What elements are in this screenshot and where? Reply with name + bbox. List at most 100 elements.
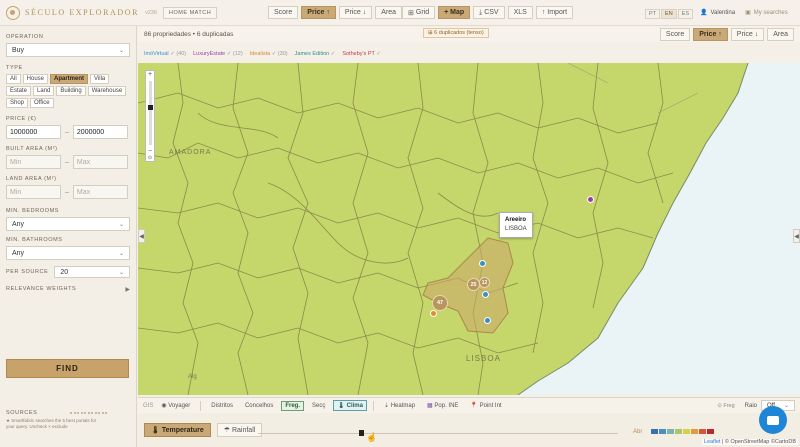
type-chip-building[interactable]: Building: [56, 86, 86, 96]
bedrooms-select[interactable]: Any ⌄: [6, 217, 130, 231]
map-marker[interactable]: [484, 317, 491, 324]
layer-population[interactable]: ▦ Pop. INE: [423, 400, 462, 411]
layer-voyager[interactable]: ◉ Voyager: [157, 400, 194, 411]
type-label: TYPE: [6, 65, 23, 71]
thermometer-icon: 🌡: [337, 403, 345, 409]
xls-export-button[interactable]: XLS: [507, 6, 533, 19]
layer-heatmap[interactable]: ⇣ Heatmap: [380, 400, 419, 411]
map-marker[interactable]: [430, 310, 437, 317]
zoom-in-button[interactable]: +: [148, 71, 152, 78]
source-imovirtual[interactable]: ImóVirtual ✓ (40): [144, 51, 186, 57]
map-marker[interactable]: [587, 196, 594, 203]
layer-distritos[interactable]: Distritos: [207, 401, 237, 411]
built-area-range: Min – Max: [6, 155, 130, 169]
lang-pt[interactable]: PT: [645, 9, 661, 19]
layer-concelhos[interactable]: Concelhos: [241, 401, 277, 411]
type-chip-all[interactable]: All: [6, 74, 21, 84]
per-source-select[interactable]: 20 ⌄: [54, 266, 130, 278]
type-chip-house[interactable]: House: [22, 74, 49, 84]
sources-section: SOURCES ★ Smartfabric searches the 5 bes…: [6, 410, 131, 430]
layer-freguesias[interactable]: Freg.: [281, 400, 304, 411]
map-canvas[interactable]: AMADORA LISBOA Alg 47 25 12 Areeiro LISB…: [138, 63, 800, 395]
type-chip-warehouse[interactable]: Warehouse: [87, 86, 127, 96]
csv-export-button[interactable]: ⤓ CSV: [473, 6, 505, 19]
layer-clima[interactable]: 🌡 Clima: [333, 400, 367, 411]
built-area-max-input[interactable]: Max: [72, 155, 128, 169]
duplicates-badge[interactable]: ⊞ 6 duplicados (tenso): [423, 28, 489, 38]
source-james-edition[interactable]: James Edition ✓: [295, 51, 336, 57]
per-source-row: PER SOURCE 20 ⌄: [6, 266, 130, 278]
grid-view-button[interactable]: ⊞ Grid: [402, 6, 436, 19]
map-marker[interactable]: [479, 260, 486, 267]
sort-score-button[interactable]: Score: [268, 6, 299, 19]
rainfall-button[interactable]: ☂ Rainfall: [216, 423, 263, 437]
lang-es[interactable]: ES: [677, 9, 694, 19]
month-slider-knob[interactable]: [359, 430, 364, 436]
bathrooms-label: MIN. BATHROOMS: [6, 237, 63, 243]
sort-price-asc-button[interactable]: Price ↑: [301, 6, 336, 19]
map-cluster[interactable]: 25: [467, 278, 480, 291]
results-count: 86 propriedades • 6 duplicadas: [144, 31, 234, 38]
zoom-control[interactable]: + − ⊙: [145, 70, 155, 162]
results-sort-price-desc[interactable]: Price ↓: [730, 28, 765, 41]
header-sort-group: Score Price ↑ Price ↓ Area: [268, 6, 403, 19]
bathrooms-select[interactable]: Any ⌄: [6, 246, 130, 260]
find-button[interactable]: FIND: [6, 359, 129, 378]
map-view-button[interactable]: + Map: [438, 6, 471, 19]
price-max-input[interactable]: 2000000: [72, 125, 128, 139]
month-slider[interactable]: [258, 430, 618, 436]
my-searches-link[interactable]: ▣ My searches: [745, 9, 788, 17]
sort-area-button[interactable]: Area: [375, 6, 403, 19]
type-chip-villa[interactable]: Villa: [90, 74, 110, 84]
type-chip-shop[interactable]: Shop: [6, 98, 29, 108]
source-sothebys[interactable]: Sotheby's PT ✓: [342, 51, 381, 57]
price-label: PRICE (€): [6, 116, 37, 122]
expand-panel-button[interactable]: ◀: [793, 229, 800, 243]
type-chip-land[interactable]: Land: [33, 86, 55, 96]
source-luxuryestate[interactable]: LuxuryEstate ✓ (12): [193, 51, 243, 57]
land-area-max-input[interactable]: Max: [72, 185, 128, 199]
map-cluster[interactable]: 47: [432, 295, 448, 311]
map-cluster[interactable]: 12: [479, 277, 490, 288]
price-min-input[interactable]: 1000000: [6, 125, 61, 139]
land-area-min-input[interactable]: Min: [6, 185, 61, 199]
chevron-down-icon: ⌄: [118, 269, 124, 276]
relevance-weights-toggle[interactable]: RELEVANCE WEIGHTS ▶: [6, 286, 130, 295]
source-idealista[interactable]: Idealista ✓ (30): [250, 51, 288, 57]
leaflet-link[interactable]: Leaflet: [704, 439, 721, 445]
chevron-down-icon: ⌄: [118, 221, 124, 228]
user-menu[interactable]: 👤 Valentina: [700, 9, 735, 17]
import-button[interactable]: ↑ Import: [535, 6, 574, 19]
per-source-label: PER SOURCE: [6, 269, 49, 275]
built-area-min-input[interactable]: Min: [6, 155, 61, 169]
zoom-slider[interactable]: [147, 81, 153, 145]
results-sort-score[interactable]: Score: [659, 28, 691, 41]
type-chip-office[interactable]: Office: [30, 98, 54, 108]
sources-dots[interactable]: [70, 412, 108, 414]
operation-select[interactable]: Buy ⌄: [6, 43, 130, 57]
temperature-legend: [651, 429, 714, 434]
layer-points-of-interest[interactable]: 📍 Point Int: [466, 400, 505, 411]
land-area-label: LAND AREA (M²): [6, 176, 57, 182]
heatmap-icon: ⇣: [383, 403, 390, 409]
home-match-button[interactable]: HOME MATCH: [163, 6, 218, 19]
zoom-out-button[interactable]: −: [148, 148, 152, 155]
grid-icon: ⊞: [408, 9, 414, 17]
chat-button[interactable]: [759, 406, 787, 434]
collapse-sidebar-button[interactable]: ◀: [138, 229, 145, 243]
map-marker[interactable]: [482, 291, 489, 298]
results-sort-price-asc[interactable]: Price ↑: [693, 28, 728, 41]
sort-price-desc-button[interactable]: Price ↓: [338, 6, 373, 19]
results-sort-area[interactable]: Area: [767, 28, 794, 41]
layer-seccoes[interactable]: Secç: [308, 401, 329, 411]
thermometer-icon: 🌡: [151, 427, 160, 434]
logo[interactable]: SÉCULO EXPLORADOR: [6, 5, 139, 20]
view-toggle-group: ⊞ Grid + Map ⤓ CSV XLS ↑ Import: [402, 6, 574, 19]
type-chip-estate[interactable]: Estate: [6, 86, 32, 96]
temperature-button[interactable]: 🌡 Temperature: [144, 423, 211, 437]
map-label-lisboa: LISBOA: [466, 354, 501, 363]
type-chip-apartment[interactable]: Apartment: [50, 74, 89, 84]
lang-en[interactable]: EN: [661, 9, 677, 19]
chevron-down-icon: ⌄: [118, 250, 124, 257]
zoom-reset-icon[interactable]: ⊙: [148, 155, 152, 161]
